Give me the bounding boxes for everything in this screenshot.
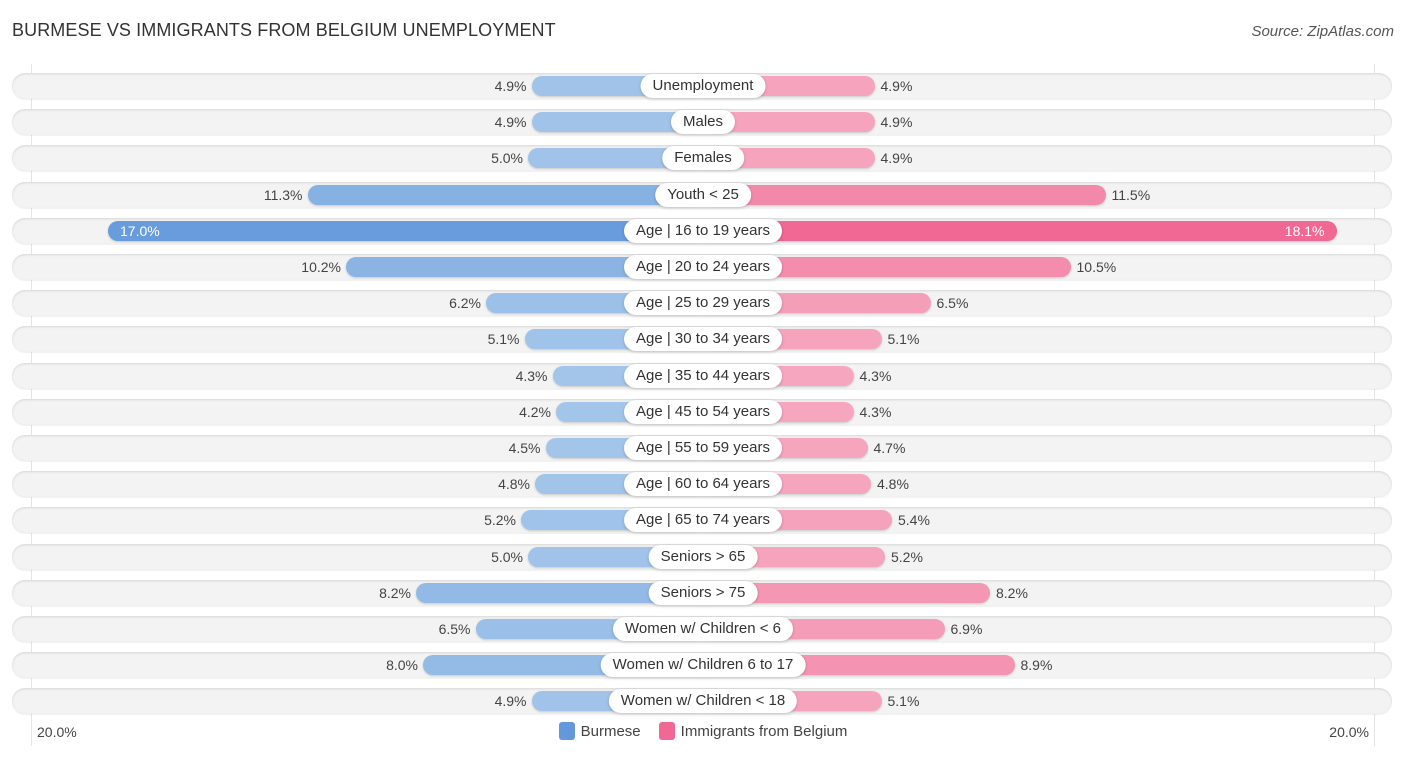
bar-burmese-youth-25[interactable]	[307, 185, 703, 205]
category-label-age-35-to-44-years: Age | 35 to 44 years	[624, 364, 782, 388]
category-label-women-w-children-6-to-17: Women w/ Children 6 to 17	[600, 653, 806, 677]
category-label-females: Females	[662, 146, 744, 170]
category-label-age-20-to-24-years: Age | 20 to 24 years	[624, 255, 782, 279]
legend-item-burmese[interactable]: Burmese	[558, 722, 641, 740]
value-label-burmese-women-w-children-6: 6.5%	[438, 621, 471, 637]
value-label-burmese-age-60-to-64-years: 4.8%	[498, 476, 530, 492]
category-label-age-16-to-19-years: Age | 16 to 19 years	[624, 219, 782, 243]
legend-label-immigrants-from-belgium: Immigrants from Belgium	[680, 722, 848, 740]
value-label-burmese-youth-25: 11.3%	[263, 187, 303, 203]
value-label-belgium-age-30-to-34-years: 5.1%	[887, 331, 920, 347]
value-label-belgium-age-25-to-29-years: 6.5%	[936, 295, 969, 311]
value-label-belgium-women-w-children-6-to-17: 8.9%	[1020, 657, 1053, 673]
value-label-belgium-age-16-to-19-years: 18.1%	[1284, 223, 1325, 239]
chart-title: BURMESE VS IMMIGRANTS FROM BELGIUM UNEMP…	[12, 20, 556, 40]
category-label-age-25-to-29-years: Age | 25 to 29 years	[624, 291, 782, 315]
value-label-belgium-age-60-to-64-years: 4.8%	[877, 476, 909, 492]
value-label-belgium-age-65-to-74-years: 5.4%	[898, 512, 930, 528]
value-label-belgium-youth-25: 11.5%	[1111, 187, 1151, 203]
category-label-males: Males	[670, 110, 736, 134]
category-label-women-w-children-6: Women w/ Children < 6	[612, 617, 794, 641]
value-label-burmese-unemployment: 4.9%	[494, 78, 527, 94]
value-label-burmese-age-55-to-59-years: 4.5%	[508, 440, 541, 456]
bar-belgium-youth-25[interactable]	[703, 185, 1106, 205]
legend-label-burmese: Burmese	[580, 722, 641, 740]
value-label-belgium-seniors-65: 5.2%	[891, 549, 923, 565]
category-label-age-45-to-54-years: Age | 45 to 54 years	[624, 400, 782, 424]
value-label-burmese-age-16-to-19-years: 17.0%	[120, 223, 160, 239]
category-label-seniors-75: Seniors > 75	[648, 581, 758, 605]
legend-swatch-burmese	[558, 722, 575, 740]
value-label-belgium-seniors-75: 8.2%	[996, 585, 1028, 601]
value-label-burmese-age-25-to-29-years: 6.2%	[449, 295, 481, 311]
category-label-age-55-to-59-years: Age | 55 to 59 years	[624, 436, 782, 460]
value-label-belgium-unemployment: 4.9%	[880, 78, 913, 94]
value-label-burmese-seniors-75: 8.2%	[379, 585, 411, 601]
category-label-unemployment: Unemployment	[640, 74, 766, 98]
value-label-burmese-females: 5.0%	[491, 150, 523, 166]
value-label-belgium-age-55-to-59-years: 4.7%	[873, 440, 906, 456]
value-label-belgium-age-20-to-24-years: 10.5%	[1076, 259, 1117, 275]
value-label-burmese-age-35-to-44-years: 4.3%	[515, 368, 548, 384]
value-label-belgium-males: 4.9%	[880, 114, 913, 130]
value-label-belgium-women-w-children-6: 6.9%	[950, 621, 983, 637]
value-label-belgium-women-w-children-18: 5.1%	[887, 693, 920, 709]
legend-swatch-immigrants-from-belgium	[658, 722, 675, 740]
value-label-burmese-males: 4.9%	[494, 114, 527, 130]
value-label-belgium-age-35-to-44-years: 4.3%	[859, 368, 892, 384]
value-label-burmese-age-45-to-54-years: 4.2%	[519, 404, 551, 420]
value-label-burmese-age-65-to-74-years: 5.2%	[484, 512, 516, 528]
category-label-youth-25: Youth < 25	[655, 183, 751, 207]
value-label-burmese-women-w-children-6-to-17: 8.0%	[386, 657, 418, 673]
legend: Burmese Immigrants from Belgium	[0, 722, 1406, 740]
category-label-age-65-to-74-years: Age | 65 to 74 years	[624, 508, 782, 532]
category-label-women-w-children-18: Women w/ Children < 18	[608, 689, 798, 713]
category-label-seniors-65: Seniors > 65	[648, 545, 758, 569]
value-label-burmese-age-20-to-24-years: 10.2%	[301, 259, 341, 275]
bar-belgium-age-16-to-19-years[interactable]	[703, 221, 1337, 241]
value-label-burmese-women-w-children-18: 4.9%	[494, 693, 527, 709]
category-label-age-30-to-34-years: Age | 30 to 34 years	[624, 327, 782, 351]
value-label-burmese-seniors-65: 5.0%	[491, 549, 523, 565]
value-label-belgium-age-45-to-54-years: 4.3%	[859, 404, 892, 420]
legend-item-immigrants-from-belgium[interactable]: Immigrants from Belgium	[658, 722, 848, 740]
value-label-burmese-age-30-to-34-years: 5.1%	[487, 331, 520, 347]
value-label-belgium-females: 4.9%	[880, 150, 913, 166]
source-label: Source: ZipAtlas.com	[1251, 23, 1394, 40]
bar-burmese-age-16-to-19-years[interactable]	[108, 221, 703, 241]
category-label-age-60-to-64-years: Age | 60 to 64 years	[624, 472, 782, 496]
